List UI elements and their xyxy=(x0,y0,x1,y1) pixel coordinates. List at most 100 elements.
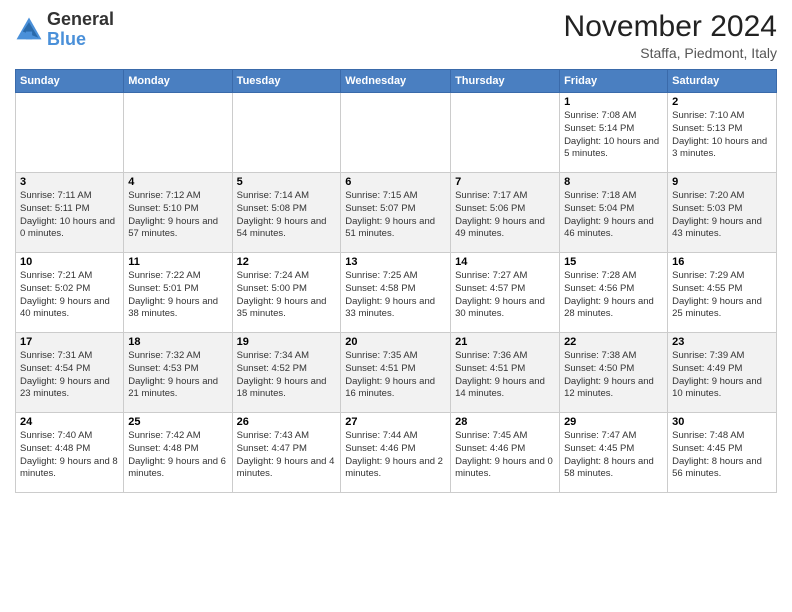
day-cell-2-5: 15 Sunrise: 7:28 AM Sunset: 4:56 PM Dayli… xyxy=(560,253,668,333)
day-cell-3-5: 22 Sunrise: 7:38 AM Sunset: 4:50 PM Dayli… xyxy=(560,333,668,413)
day-info-2-6: Sunrise: 7:29 AM Sunset: 4:55 PM Dayligh… xyxy=(672,270,772,321)
day-info-4-6: Sunrise: 7:48 AM Sunset: 4:45 PM Dayligh… xyxy=(672,430,772,481)
day-info-3-5: Sunrise: 7:38 AM Sunset: 4:50 PM Dayligh… xyxy=(564,350,663,401)
day-number-3-5: 22 xyxy=(564,336,663,348)
day-info-1-6: Sunrise: 7:20 AM Sunset: 5:03 PM Dayligh… xyxy=(672,190,772,241)
day-number-2-2: 12 xyxy=(237,256,337,268)
day-cell-4-3: 27 Sunrise: 7:44 AM Sunset: 4:46 PM Dayli… xyxy=(341,413,451,493)
day-info-4-2: Sunrise: 7:43 AM Sunset: 4:47 PM Dayligh… xyxy=(237,430,337,481)
day-info-2-4: Sunrise: 7:27 AM Sunset: 4:57 PM Dayligh… xyxy=(455,270,555,321)
logo: General Blue xyxy=(15,10,114,50)
day-number-1-4: 7 xyxy=(455,176,555,188)
day-cell-3-4: 21Sunrise: 7:36 AM Sunset: 4:51 PM Dayli… xyxy=(451,333,560,413)
logo-icon xyxy=(15,16,43,44)
month-title: November 2024 xyxy=(564,10,777,43)
header-friday: Friday xyxy=(560,70,668,93)
title-section: November 2024 Staffa, Piedmont, Italy xyxy=(564,10,777,61)
day-cell-0-6: 2 Sunrise: 7:10 AM Sunset: 5:13 PM Daylig… xyxy=(668,93,777,173)
header-monday: Monday xyxy=(124,70,232,93)
day-number-3-1: 18 xyxy=(128,336,227,348)
day-cell-4-1: 25 Sunrise: 7:42 AM Sunset: 4:48 PM Dayli… xyxy=(124,413,232,493)
day-number-4-1: 25 xyxy=(128,416,227,428)
header-thursday: Thursday xyxy=(451,70,560,93)
day-cell-3-1: 18 Sunrise: 7:32 AM Sunset: 4:53 PM Dayli… xyxy=(124,333,232,413)
day-info-4-1: Sunrise: 7:42 AM Sunset: 4:48 PM Dayligh… xyxy=(128,430,227,481)
header-tuesday: Tuesday xyxy=(232,70,341,93)
day-info-3-6: Sunrise: 7:39 AM Sunset: 4:49 PM Dayligh… xyxy=(672,350,772,401)
day-number-3-0: 17 xyxy=(20,336,119,348)
day-info-3-2: Sunrise: 7:34 AM Sunset: 4:52 PM Dayligh… xyxy=(237,350,337,401)
calendar-table: Sunday Monday Tuesday Wednesday Thursday… xyxy=(15,69,777,493)
day-number-4-6: 30 xyxy=(672,416,772,428)
page: General Blue November 2024 Staffa, Piedm… xyxy=(0,0,792,612)
day-info-2-0: Sunrise: 7:21 AM Sunset: 5:02 PM Dayligh… xyxy=(20,270,119,321)
day-cell-2-3: 13Sunrise: 7:25 AM Sunset: 4:58 PM Dayli… xyxy=(341,253,451,333)
day-info-2-5: Sunrise: 7:28 AM Sunset: 4:56 PM Dayligh… xyxy=(564,270,663,321)
day-cell-1-4: 7 Sunrise: 7:17 AM Sunset: 5:06 PM Daylig… xyxy=(451,173,560,253)
day-number-1-6: 9 xyxy=(672,176,772,188)
day-number-1-2: 5 xyxy=(237,176,337,188)
day-cell-2-6: 16Sunrise: 7:29 AM Sunset: 4:55 PM Dayli… xyxy=(668,253,777,333)
day-cell-4-2: 26 Sunrise: 7:43 AM Sunset: 4:47 PM Dayli… xyxy=(232,413,341,493)
day-number-1-0: 3 xyxy=(20,176,119,188)
day-cell-0-1 xyxy=(124,93,232,173)
week-row-1: 3Sunrise: 7:11 AM Sunset: 5:11 PM Daylig… xyxy=(16,173,777,253)
day-number-0-5: 1 xyxy=(564,96,663,108)
day-cell-0-3 xyxy=(341,93,451,173)
day-number-2-0: 10 xyxy=(20,256,119,268)
calendar-header-row: Sunday Monday Tuesday Wednesday Thursday… xyxy=(16,70,777,93)
day-info-3-1: Sunrise: 7:32 AM Sunset: 4:53 PM Dayligh… xyxy=(128,350,227,401)
header-saturday: Saturday xyxy=(668,70,777,93)
day-number-2-5: 15 xyxy=(564,256,663,268)
day-info-1-2: Sunrise: 7:14 AM Sunset: 5:08 PM Dayligh… xyxy=(237,190,337,241)
day-cell-2-0: 10 Sunrise: 7:21 AM Sunset: 5:02 PM Dayli… xyxy=(16,253,124,333)
day-cell-2-2: 12Sunrise: 7:24 AM Sunset: 5:00 PM Dayli… xyxy=(232,253,341,333)
day-number-2-1: 11 xyxy=(128,256,227,268)
day-cell-1-3: 6 Sunrise: 7:15 AM Sunset: 5:07 PM Daylig… xyxy=(341,173,451,253)
week-row-3: 17 Sunrise: 7:31 AM Sunset: 4:54 PM Dayli… xyxy=(16,333,777,413)
header: General Blue November 2024 Staffa, Piedm… xyxy=(15,10,777,61)
day-info-4-0: Sunrise: 7:40 AM Sunset: 4:48 PM Dayligh… xyxy=(20,430,119,481)
day-info-3-4: Sunrise: 7:36 AM Sunset: 4:51 PM Dayligh… xyxy=(455,350,555,401)
day-cell-3-2: 19Sunrise: 7:34 AM Sunset: 4:52 PM Dayli… xyxy=(232,333,341,413)
day-info-1-5: Sunrise: 7:18 AM Sunset: 5:04 PM Dayligh… xyxy=(564,190,663,241)
week-row-0: 1 Sunrise: 7:08 AM Sunset: 5:14 PM Daylig… xyxy=(16,93,777,173)
day-cell-3-0: 17 Sunrise: 7:31 AM Sunset: 4:54 PM Dayli… xyxy=(16,333,124,413)
day-info-4-3: Sunrise: 7:44 AM Sunset: 4:46 PM Dayligh… xyxy=(345,430,446,481)
header-wednesday: Wednesday xyxy=(341,70,451,93)
day-number-4-3: 27 xyxy=(345,416,446,428)
day-number-4-4: 28 xyxy=(455,416,555,428)
day-info-1-4: Sunrise: 7:17 AM Sunset: 5:06 PM Dayligh… xyxy=(455,190,555,241)
day-number-4-2: 26 xyxy=(237,416,337,428)
day-cell-4-5: 29Sunrise: 7:47 AM Sunset: 4:45 PM Dayli… xyxy=(560,413,668,493)
day-cell-2-1: 11Sunrise: 7:22 AM Sunset: 5:01 PM Dayli… xyxy=(124,253,232,333)
day-cell-4-0: 24Sunrise: 7:40 AM Sunset: 4:48 PM Dayli… xyxy=(16,413,124,493)
day-cell-4-6: 30 Sunrise: 7:48 AM Sunset: 4:45 PM Dayli… xyxy=(668,413,777,493)
day-cell-4-4: 28Sunrise: 7:45 AM Sunset: 4:46 PM Dayli… xyxy=(451,413,560,493)
day-cell-2-4: 14 Sunrise: 7:27 AM Sunset: 4:57 PM Dayli… xyxy=(451,253,560,333)
day-number-2-3: 13 xyxy=(345,256,446,268)
day-number-1-5: 8 xyxy=(564,176,663,188)
day-number-0-6: 2 xyxy=(672,96,772,108)
day-info-0-6: Sunrise: 7:10 AM Sunset: 5:13 PM Dayligh… xyxy=(672,110,772,161)
day-cell-1-0: 3Sunrise: 7:11 AM Sunset: 5:11 PM Daylig… xyxy=(16,173,124,253)
day-info-3-0: Sunrise: 7:31 AM Sunset: 4:54 PM Dayligh… xyxy=(20,350,119,401)
day-cell-0-0 xyxy=(16,93,124,173)
day-cell-1-2: 5 Sunrise: 7:14 AM Sunset: 5:08 PM Daylig… xyxy=(232,173,341,253)
day-cell-3-3: 20 Sunrise: 7:35 AM Sunset: 4:51 PM Dayli… xyxy=(341,333,451,413)
day-number-1-3: 6 xyxy=(345,176,446,188)
day-number-3-3: 20 xyxy=(345,336,446,348)
day-cell-0-5: 1 Sunrise: 7:08 AM Sunset: 5:14 PM Daylig… xyxy=(560,93,668,173)
day-info-0-5: Sunrise: 7:08 AM Sunset: 5:14 PM Dayligh… xyxy=(564,110,663,161)
day-cell-0-4 xyxy=(451,93,560,173)
week-row-2: 10 Sunrise: 7:21 AM Sunset: 5:02 PM Dayli… xyxy=(16,253,777,333)
logo-general-text: General xyxy=(47,9,114,29)
day-info-1-1: Sunrise: 7:12 AM Sunset: 5:10 PM Dayligh… xyxy=(128,190,227,241)
week-row-4: 24Sunrise: 7:40 AM Sunset: 4:48 PM Dayli… xyxy=(16,413,777,493)
day-info-3-3: Sunrise: 7:35 AM Sunset: 4:51 PM Dayligh… xyxy=(345,350,446,401)
day-number-2-4: 14 xyxy=(455,256,555,268)
day-number-4-5: 29 xyxy=(564,416,663,428)
day-info-1-3: Sunrise: 7:15 AM Sunset: 5:07 PM Dayligh… xyxy=(345,190,446,241)
day-cell-3-6: 23Sunrise: 7:39 AM Sunset: 4:49 PM Dayli… xyxy=(668,333,777,413)
location-subtitle: Staffa, Piedmont, Italy xyxy=(564,45,777,61)
